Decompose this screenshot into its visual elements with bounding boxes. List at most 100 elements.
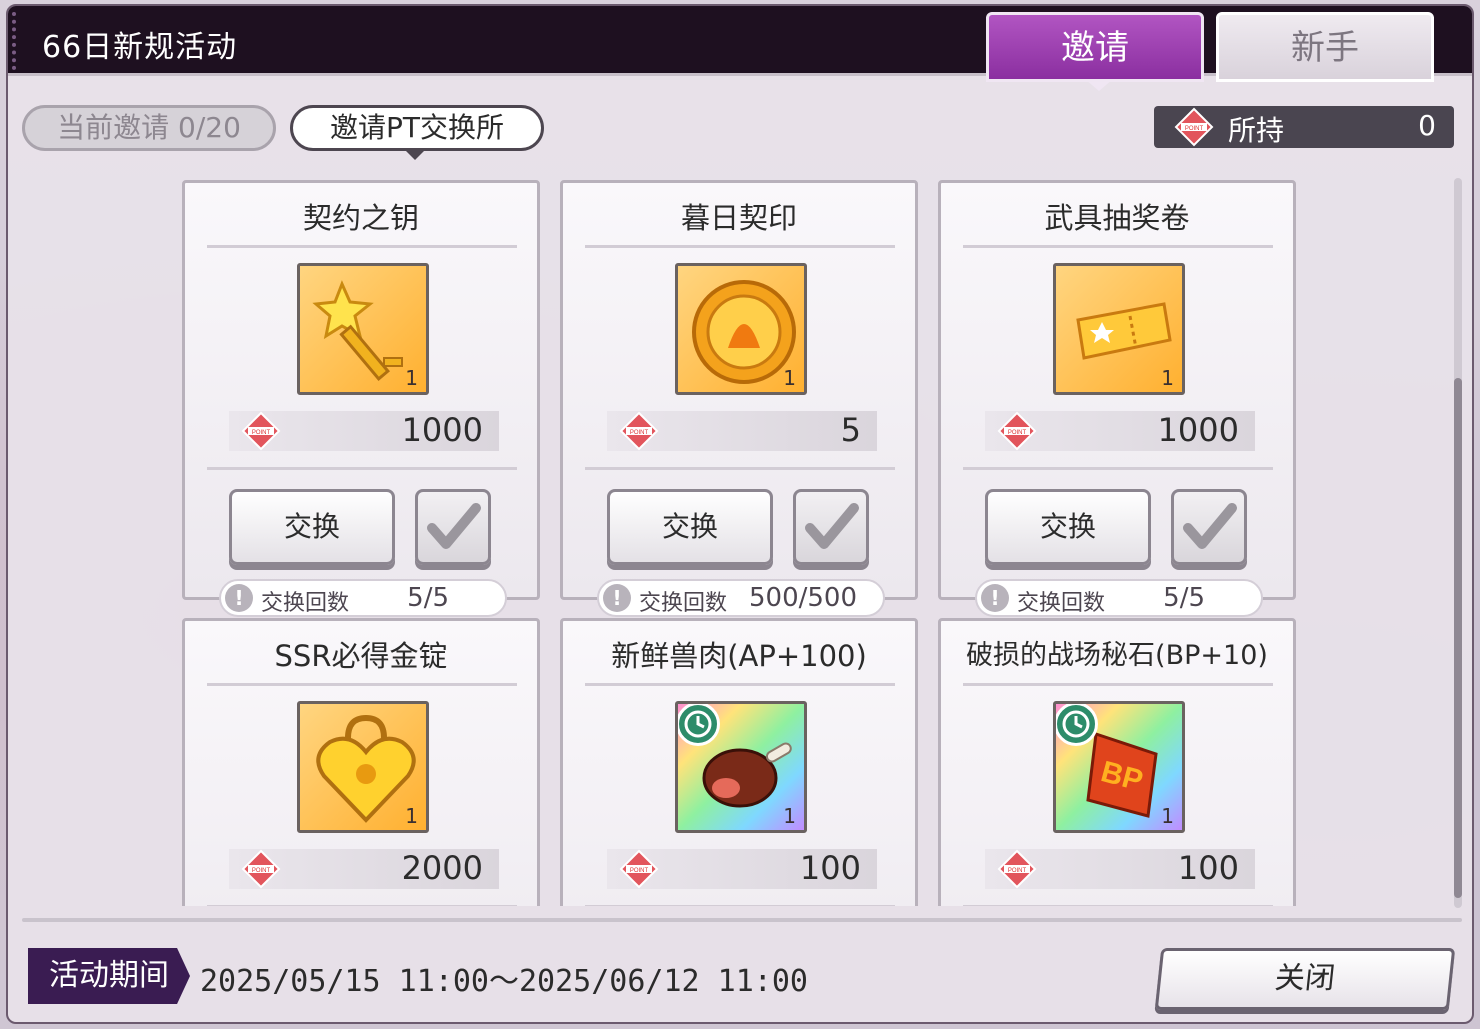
points-held-label: 所持: [1228, 114, 1285, 147]
invite-count-pill[interactable]: 当前邀请 0/20: [22, 105, 276, 151]
divider: [585, 683, 895, 686]
svg-text:POINT: POINT: [1185, 126, 1204, 132]
item-card: 契约之钥 1 POINT 1000 交换 ! 交换回数 5/5: [182, 180, 540, 617]
divider: [963, 467, 1273, 470]
chain-decoration: [12, 12, 26, 70]
exchange-count-label: 交换回数: [261, 591, 350, 616]
price-value: 100: [1177, 849, 1239, 887]
limited-time-clock-icon: [1056, 704, 1098, 746]
svg-text:POINT: POINT: [630, 868, 649, 874]
divider: [585, 905, 895, 906]
divider: [207, 683, 517, 686]
divider: [963, 905, 1273, 906]
item-name: 新鲜兽肉(AP+100): [611, 639, 867, 673]
divider: [207, 467, 517, 470]
exclamation-icon: !: [981, 584, 1009, 612]
price-bar: POINT 5: [607, 411, 877, 451]
exchange-count-pill: ! 交换回数 5/5: [975, 579, 1263, 617]
exchange-count-value: 500/500: [748, 583, 857, 613]
item-quantity: 1: [405, 366, 418, 390]
item-image[interactable]: 1: [297, 263, 429, 395]
price-value: 2000: [401, 849, 483, 887]
scroll-thumb[interactable]: [1454, 378, 1462, 898]
scrollbar[interactable]: [1454, 178, 1462, 908]
dialog-title: 66日新规活动: [42, 30, 238, 65]
divider: [963, 245, 1273, 248]
svg-text:POINT: POINT: [630, 430, 649, 436]
item-image[interactable]: 1: [675, 701, 807, 833]
exchange-count-label: 交换回数: [639, 591, 728, 616]
exchange-count-value: 5/5: [1163, 583, 1205, 613]
item-card: 暮日契印 1 POINT 5 交换 ! 交换回数 500/500: [560, 180, 918, 617]
price-value: 5: [840, 411, 861, 449]
point-icon: POINT: [241, 849, 281, 889]
point-icon: POINT: [1174, 107, 1214, 147]
price-bar: POINT 1000: [229, 411, 499, 451]
item-name: SSR必得金锭: [274, 639, 448, 673]
event-dialog: 66日新规活动 邀请 新手 当前邀请 0/20 邀请PT交换所 POINT 所持…: [6, 4, 1474, 1024]
item-quantity: 1: [783, 804, 796, 828]
close-button[interactable]: 关闭: [1154, 948, 1456, 1010]
exchange-button[interactable]: 交换: [607, 489, 773, 565]
point-icon: POINT: [241, 411, 281, 451]
item-card: 武具抽奖卷 1 POINT 1000 交换 ! 交换回数 5/5: [938, 180, 1296, 617]
price-value: 1000: [401, 411, 483, 449]
tab-invite[interactable]: 邀请: [986, 12, 1204, 91]
svg-text:POINT: POINT: [252, 430, 271, 436]
item-image[interactable]: 1: [297, 701, 429, 833]
item-quantity: 1: [405, 804, 418, 828]
exchange-button[interactable]: 交换: [229, 489, 395, 565]
item-name: 暮日契印: [680, 201, 797, 235]
event-period-label: 活动期间: [28, 948, 190, 1004]
price-bar: POINT 100: [985, 849, 1255, 889]
exclamation-icon: !: [225, 584, 253, 612]
divider: [585, 245, 895, 248]
divider: [207, 905, 517, 906]
item-card: SSR必得金锭 1 POINT 2000: [182, 618, 540, 906]
divider: [207, 245, 517, 248]
item-quantity: 1: [783, 366, 796, 390]
item-name: 武具抽奖卷: [1044, 201, 1190, 235]
item-image[interactable]: BP 1: [1053, 701, 1185, 833]
tab-newbie[interactable]: 新手: [1216, 12, 1434, 82]
confirm-check-button[interactable]: [793, 489, 869, 565]
point-icon: POINT: [619, 849, 659, 889]
svg-text:POINT: POINT: [252, 868, 271, 874]
item-image[interactable]: 1: [1053, 263, 1185, 395]
item-image[interactable]: 1: [675, 263, 807, 395]
exchange-count-pill: ! 交换回数 500/500: [597, 579, 885, 617]
point-icon: POINT: [997, 411, 1037, 451]
points-held-value: 0: [1418, 109, 1436, 142]
price-bar: POINT 100: [607, 849, 877, 889]
price-bar: POINT 2000: [229, 849, 499, 889]
limited-time-clock-icon: [678, 704, 720, 746]
item-card: 破损的战场秘石(BP+10) BP 1 POINT 100: [938, 618, 1296, 906]
event-period-value: 2025/05/15 11:00～2025/06/12 11:00: [200, 964, 808, 999]
item-quantity: 1: [1161, 804, 1174, 828]
price-bar: POINT 1000: [985, 411, 1255, 451]
confirm-check-button[interactable]: [415, 489, 491, 565]
svg-text:POINT: POINT: [1008, 430, 1027, 436]
price-value: 1000: [1157, 411, 1239, 449]
item-card: 新鲜兽肉(AP+100) 1 POINT 100: [560, 618, 918, 906]
exclamation-icon: !: [603, 584, 631, 612]
checkmark-icon: [805, 503, 859, 549]
point-icon: POINT: [619, 411, 659, 451]
confirm-check-button[interactable]: [1171, 489, 1247, 565]
item-name: 破损的战场秘石(BP+10): [966, 640, 1268, 671]
price-value: 100: [799, 849, 861, 887]
item-quantity: 1: [1161, 366, 1174, 390]
exchange-count-value: 5/5: [407, 583, 449, 613]
checkmark-icon: [427, 503, 481, 549]
footer-divider: [22, 918, 1462, 922]
svg-text:POINT: POINT: [1008, 868, 1027, 874]
checkmark-icon: [1183, 503, 1237, 549]
exchange-count-label: 交换回数: [1017, 591, 1106, 616]
item-grid: 契约之钥 1 POINT 1000 交换 ! 交换回数 5/5 暮日契印 1 P…: [8, 176, 1472, 906]
points-held-box: POINT 所持 0: [1154, 106, 1454, 148]
exchange-button[interactable]: 交换: [985, 489, 1151, 565]
divider: [963, 683, 1273, 686]
point-icon: POINT: [997, 849, 1037, 889]
exchange-shop-pill[interactable]: 邀请PT交换所: [290, 105, 544, 160]
divider: [585, 467, 895, 470]
